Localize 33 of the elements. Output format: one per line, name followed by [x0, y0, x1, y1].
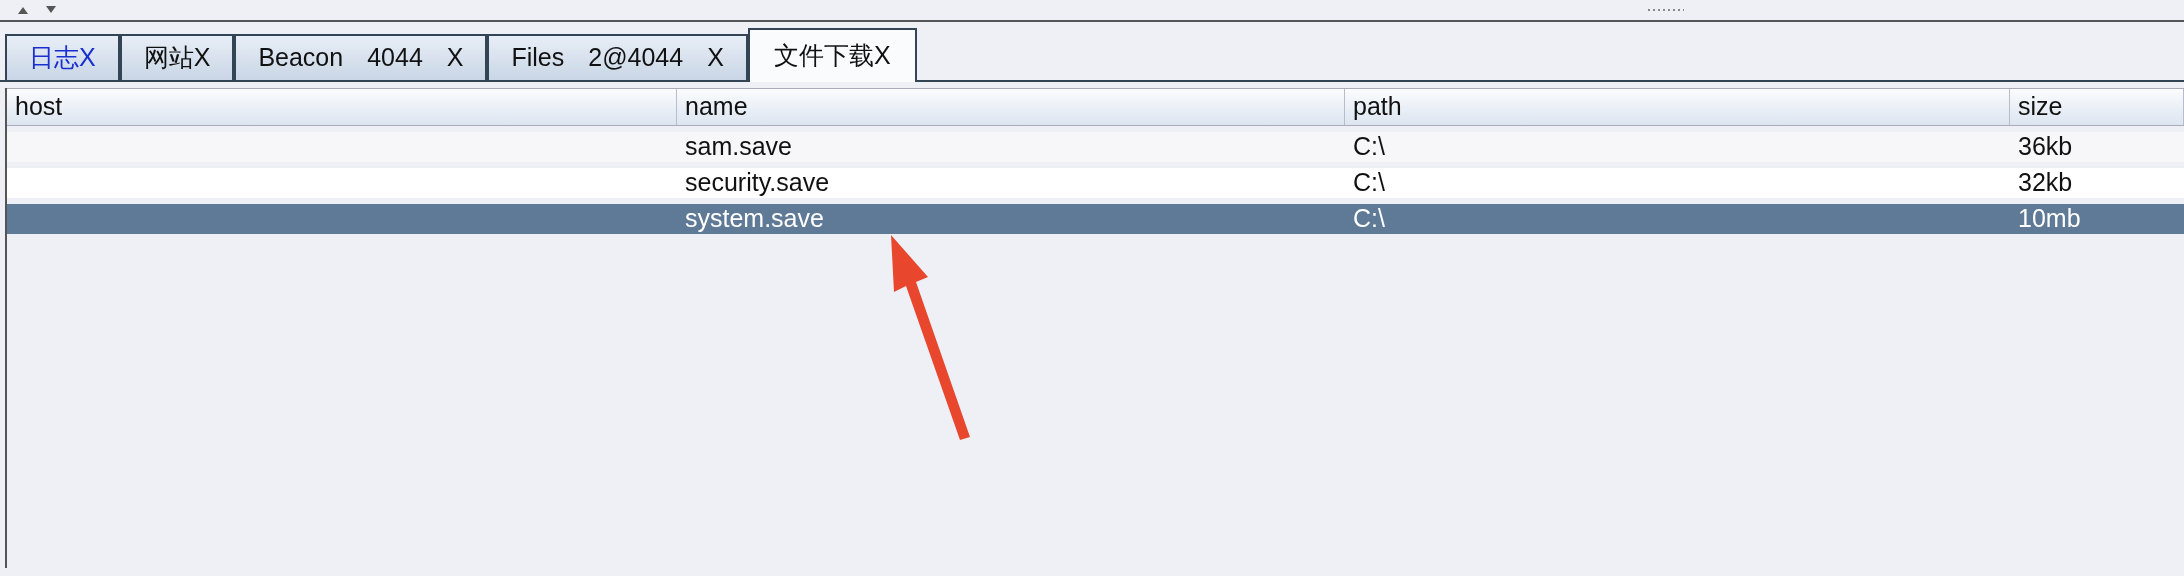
tab-label: X — [707, 42, 724, 74]
tab-label: 文件下载X — [773, 40, 891, 72]
table-cell-text: security.save — [685, 167, 830, 199]
tab[interactable]: Beacon 4044 X — [234, 34, 488, 80]
table-cell-text: sam.save — [685, 131, 792, 163]
tab-label: X — [446, 42, 464, 74]
column-header[interactable]: host — [7, 89, 677, 125]
tab-label: 4044 — [367, 42, 423, 74]
collapse-down-icon[interactable] — [46, 6, 56, 14]
table-row[interactable]: security.save C:\ 32kb — [7, 168, 2184, 198]
table-cell-text: C:\ — [1353, 131, 1385, 163]
column-header[interactable]: path — [1345, 89, 2010, 125]
table-cell-text: system.save — [685, 203, 824, 235]
drag-handle-icon[interactable] — [1646, 6, 1686, 14]
tab[interactable]: Files 2@4044 X — [487, 34, 748, 80]
tab-label: Beacon — [258, 42, 344, 74]
tab[interactable]: 网站X — [119, 34, 235, 80]
collapse-up-icon[interactable] — [18, 6, 28, 14]
tab-label: 日志X — [29, 42, 96, 74]
table-cell-text: 36kb — [2018, 131, 2073, 163]
table-cell-text: 32kb — [2018, 167, 2073, 199]
table-row[interactable]: system.save C:\ 10mb — [7, 204, 2184, 234]
table-cell-text: 10mb — [2018, 203, 2081, 235]
column-header[interactable]: size — [2010, 89, 2184, 125]
column-header[interactable]: name — [677, 89, 1345, 125]
table-cell-text: C:\ — [1353, 167, 1385, 199]
table-row[interactable]: sam.save C:\ 36kb — [7, 132, 2184, 162]
table-cell-text: C:\ — [1353, 203, 1385, 235]
tab[interactable]: 日志X — [5, 34, 120, 80]
tab[interactable]: 文件下载X — [747, 28, 917, 82]
tab-label: 2@4044 — [588, 42, 684, 74]
tab-label: 网站X — [143, 42, 211, 74]
tab-label: Files — [511, 42, 565, 74]
